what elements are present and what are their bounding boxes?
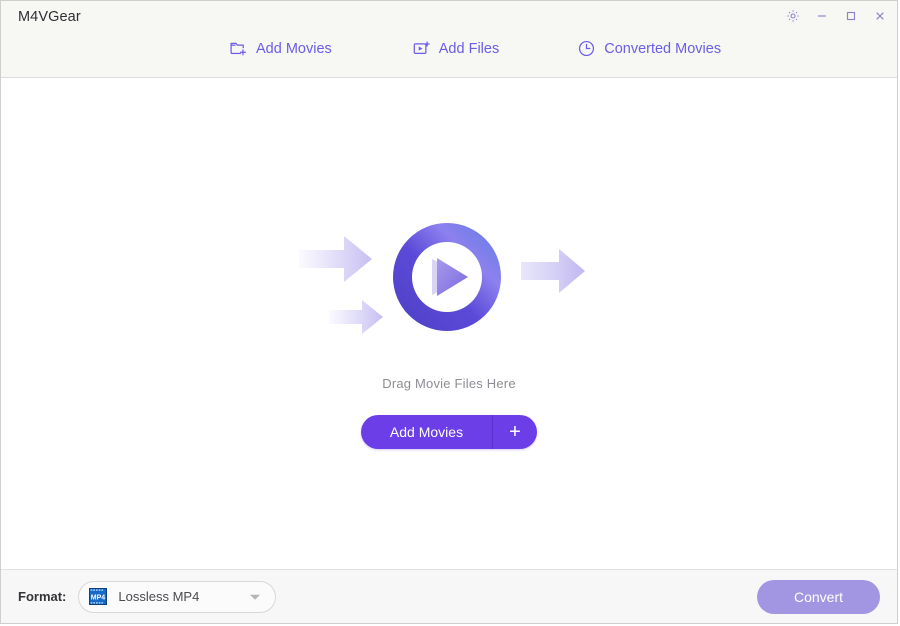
main-toolbar: Add Movies Add Files Converted Movies: [1, 39, 897, 58]
content-area: Drag Movie Files Here Add Movies +: [1, 78, 897, 569]
mp4-film-icon: MP4: [89, 588, 108, 605]
toolbar-add-movies-label: Add Movies: [256, 40, 332, 57]
toolbar-add-files-label: Add Files: [438, 40, 500, 57]
format-dropdown[interactable]: MP4 Lossless MP4: [78, 580, 277, 613]
format-value: Lossless MP4: [118, 589, 200, 604]
play-circle-convert-illustration: [299, 223, 585, 334]
toolbar-converted-movies[interactable]: Converted Movies: [577, 39, 721, 58]
svg-text:MP4: MP4: [91, 594, 106, 601]
gear-icon[interactable]: [785, 8, 800, 23]
convert-button-label: Convert: [793, 588, 844, 605]
add-movies-button[interactable]: Add Movies +: [361, 415, 537, 449]
toolbar-add-movies[interactable]: Add Movies: [229, 39, 332, 58]
app-title: M4VGear: [18, 9, 81, 25]
minimize-icon[interactable]: [814, 8, 829, 23]
drop-zone[interactable]: Drag Movie Files Here Add Movies +: [1, 78, 897, 569]
toolbar-add-files[interactable]: Add Files: [412, 39, 499, 58]
add-movies-button-label: Add Movies: [361, 415, 493, 449]
close-icon[interactable]: [872, 8, 887, 23]
footer-bar: Format: MP4 Lossless MP4 Convert: [1, 569, 897, 623]
window-controls: [785, 8, 887, 23]
maximize-icon[interactable]: [843, 8, 858, 23]
title-bar: M4VGear Add Movies Add Files Converted M…: [1, 1, 897, 78]
folder-plus-icon: [230, 42, 247, 56]
drag-hint-text: Drag Movie Files Here: [382, 376, 516, 391]
format-label: Format:: [18, 589, 67, 604]
video-plus-icon: [413, 41, 430, 54]
toolbar-converted-movies-label: Converted Movies: [604, 40, 722, 57]
clock-icon: [579, 40, 595, 57]
plus-icon: +: [509, 421, 521, 443]
chevron-down-icon: [250, 594, 261, 600]
convert-button[interactable]: Convert: [757, 579, 880, 614]
app-window: M4VGear Add Movies Add Files Converted M…: [0, 0, 898, 624]
